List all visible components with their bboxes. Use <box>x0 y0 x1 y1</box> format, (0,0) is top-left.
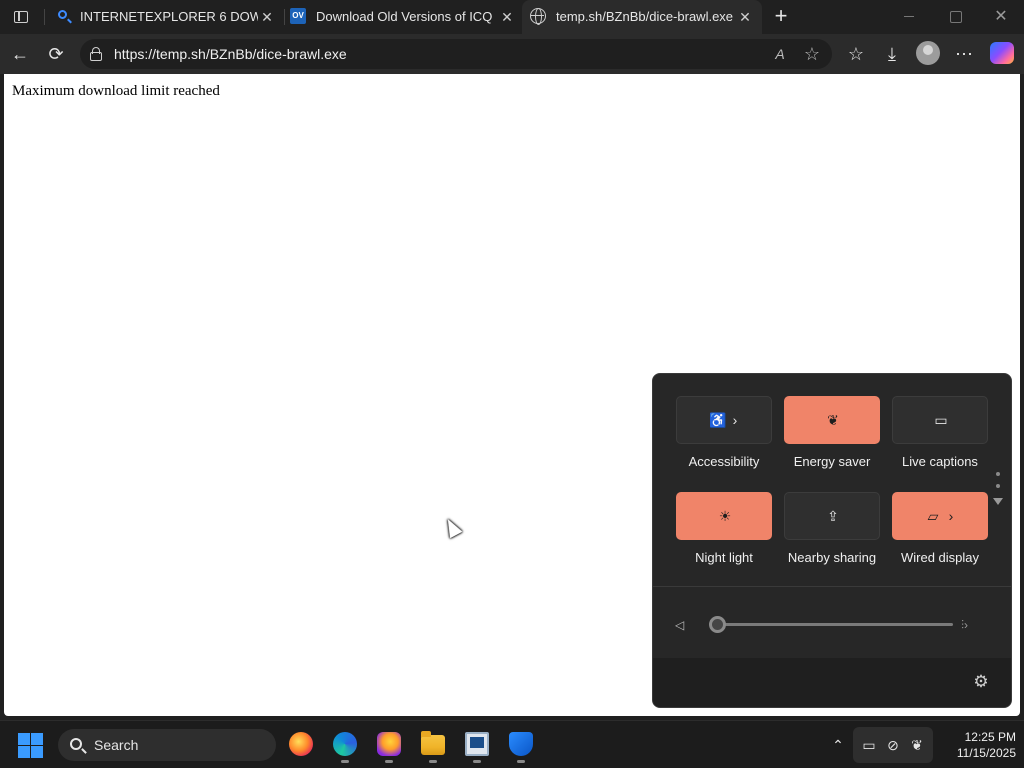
tile-label: Live captions <box>902 454 978 469</box>
read-aloud-icon[interactable]: A <box>770 44 790 64</box>
volume-mixer-icon[interactable]: ⫶› <box>961 615 989 635</box>
speaker-icon[interactable]: ◁ <box>675 617 691 633</box>
taskbar-edge[interactable] <box>327 729 363 763</box>
page-dot[interactable] <box>996 484 1000 488</box>
tab-title: temp.sh/BZnBb/dice-brawl.exe <box>556 9 734 24</box>
running-indicator <box>429 760 437 763</box>
page-down-arrow-icon[interactable] <box>993 498 1003 505</box>
display-icon: ▭ <box>862 737 876 753</box>
profile-avatar[interactable] <box>916 41 940 65</box>
taskbar-screen-app[interactable] <box>459 729 495 763</box>
browser-toolbar: ← ⟳ https://temp.sh/BZnBb/dice-brawl.exe… <box>0 34 1024 74</box>
start-button[interactable] <box>18 733 44 759</box>
running-indicator <box>517 760 525 763</box>
accessibility-tile[interactable]: ♿ › <box>676 396 772 444</box>
running-indicator <box>341 760 349 763</box>
chevron-right-icon: › <box>948 508 954 524</box>
mouse-cursor-icon <box>441 515 463 539</box>
messenger-icon <box>377 732 401 756</box>
clock[interactable]: 12:25 PM 11/15/2025 <box>940 729 1016 761</box>
tab-close-button[interactable]: ✕ <box>258 8 276 26</box>
running-indicator <box>385 760 393 763</box>
wired-display-tile[interactable]: ▱ › <box>892 492 988 540</box>
taskbar-security[interactable] <box>503 729 539 763</box>
chevron-right-icon: › <box>732 412 738 428</box>
shield-icon <box>509 732 533 756</box>
favorites-icon[interactable]: ☆ <box>842 40 870 68</box>
folder-icon <box>421 731 445 755</box>
tab-separator <box>44 9 45 25</box>
taskbar: Search ⌃ ▭ ⊘ ❦ 12:25 PM 11/15/2025 <box>0 720 1024 768</box>
taskbar-messenger[interactable] <box>371 729 407 763</box>
tab-internetexplorer[interactable]: INTERNETEXPLORER 6 DOWNLOAD ✕ <box>46 0 284 34</box>
maximize-button[interactable] <box>932 0 978 34</box>
tab-icq[interactable]: OV Download Old Versions of ICQ fo ✕ <box>284 0 522 34</box>
tab-close-button[interactable]: ✕ <box>498 8 516 26</box>
address-url: https://temp.sh/BZnBb/dice-brawl.exe <box>114 46 347 62</box>
qs-divider <box>653 586 1011 587</box>
tile-label: Night light <box>695 550 753 565</box>
edge-icon <box>333 732 357 756</box>
taskbar-firefox[interactable] <box>283 729 319 763</box>
monitor-icon <box>465 732 489 756</box>
search-label: Search <box>94 737 139 753</box>
tray-quick-settings-button[interactable]: ▭ ⊘ ❦ <box>853 727 933 763</box>
accessibility-icon: ♿ <box>709 412 727 428</box>
live-captions-tile[interactable]: ▭ <box>892 396 988 444</box>
back-button[interactable]: ← <box>6 40 34 68</box>
page-dot[interactable] <box>996 472 1000 476</box>
quick-settings-panel: ♿ › Accessibility ❦ Energy saver ▭ Live … <box>652 373 1012 708</box>
night-light-tile[interactable]: ☀ <box>676 492 772 540</box>
refresh-button[interactable]: ⟳ <box>42 40 70 68</box>
new-tab-button[interactable]: + <box>768 4 794 30</box>
tab-actions-icon <box>14 11 28 23</box>
network-off-icon: ⊘ <box>887 737 899 753</box>
firefox-icon <box>289 732 313 756</box>
nearby-sharing-tile[interactable]: ⇪ <box>784 492 880 540</box>
address-bar[interactable]: https://temp.sh/BZnBb/dice-brawl.exe A ☆ <box>80 39 832 69</box>
tile-label: Wired display <box>900 550 980 565</box>
favorite-star-icon[interactable]: ☆ <box>802 44 822 64</box>
volume-slider-thumb[interactable] <box>709 616 726 633</box>
more-options-icon[interactable]: ⋯ <box>950 40 978 68</box>
captions-icon: ▭ <box>934 412 948 428</box>
clock-time: 12:25 PM <box>964 730 1016 744</box>
page-message: Maximum download limit reached <box>12 83 220 99</box>
volume-slider-track[interactable] <box>717 623 953 626</box>
globe-icon <box>530 8 546 25</box>
tile-label: Energy saver <box>793 454 871 469</box>
energy-saver-tile[interactable]: ❦ <box>784 396 880 444</box>
leaf-icon: ❦ <box>827 412 839 428</box>
tile-label: Nearby sharing <box>787 550 877 565</box>
tab-temp-sh[interactable]: temp.sh/BZnBb/dice-brawl.exe ✕ <box>522 0 762 34</box>
tab-strip: INTERNETEXPLORER 6 DOWNLOAD ✕ OV Downloa… <box>0 0 1024 34</box>
ov-icon: OV <box>290 8 306 24</box>
share-icon: ⇪ <box>827 508 839 524</box>
clock-date: 11/15/2025 <box>956 746 1016 760</box>
tile-label: Accessibility <box>688 454 760 469</box>
cast-icon: ▱ <box>927 508 939 524</box>
tab-title: INTERNETEXPLORER 6 DOWNLOAD <box>80 9 258 24</box>
search-icon <box>70 738 82 750</box>
energy-leaf-icon: ❦ <box>911 737 923 753</box>
running-indicator <box>473 760 481 763</box>
window-close-button[interactable]: ✕ <box>978 0 1024 34</box>
settings-gear-icon[interactable]: ⚙ <box>971 672 991 692</box>
copilot-icon[interactable] <box>990 42 1014 64</box>
taskbar-file-explorer[interactable] <box>415 729 451 763</box>
search-icon <box>56 8 72 24</box>
taskbar-search[interactable]: Search <box>58 729 276 761</box>
downloads-icon[interactable]: ⤓ <box>878 40 906 68</box>
tab-close-button[interactable]: ✕ <box>736 8 754 26</box>
minimize-button[interactable] <box>886 0 932 34</box>
tray-overflow-chevron-icon[interactable]: ⌃ <box>828 735 848 755</box>
tab-title: Download Old Versions of ICQ fo <box>316 9 494 24</box>
night-light-icon: ☀ <box>718 508 732 524</box>
lock-icon <box>90 47 102 61</box>
tab-actions-button[interactable] <box>8 4 34 30</box>
qs-footer: ⚙ <box>653 658 1011 707</box>
